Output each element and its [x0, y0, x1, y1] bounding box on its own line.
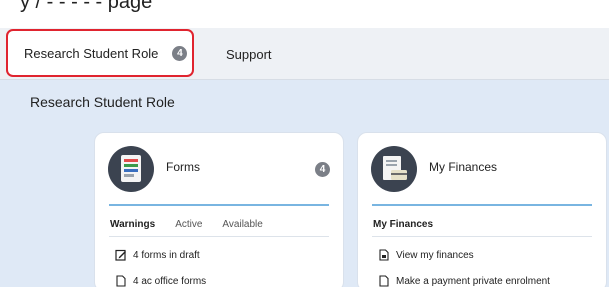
forms-card-title: Forms — [166, 160, 200, 174]
finance-document-icon — [378, 249, 390, 261]
main-content: Research Student Role Forms 4 Warnings A… — [0, 80, 609, 287]
tab-bar: Research Student Role 4 Support — [0, 28, 609, 80]
subtab-warnings[interactable]: Warnings — [110, 219, 155, 230]
finances-card[interactable]: My Finances My Finances View my finances… — [357, 132, 607, 287]
document-icon — [378, 275, 390, 287]
make-payment-link[interactable]: Make a payment private enrolment — [378, 275, 550, 287]
forms-count-badge: 4 — [315, 162, 330, 177]
item-label: 4 ac office forms — [133, 275, 207, 287]
edit-form-icon — [115, 249, 127, 261]
tab-support[interactable]: Support — [226, 28, 272, 80]
subtab-active[interactable]: Active — [175, 219, 202, 230]
forms-in-draft-link[interactable]: 4 forms in draft — [115, 249, 200, 261]
tab-label: Research Student Role — [24, 45, 159, 61]
card-divider — [109, 204, 329, 206]
forms-card[interactable]: Forms 4 Warnings Active Available 4 form… — [94, 132, 344, 287]
view-finances-link[interactable]: View my finances — [378, 249, 474, 261]
document-icon — [115, 275, 127, 287]
finances-card-title: My Finances — [429, 160, 498, 174]
finances-heading: My Finances — [373, 219, 434, 230]
finances-underline — [372, 236, 592, 237]
item-label: 4 forms in draft — [133, 249, 200, 261]
tab-research-student-role[interactable]: Research Student Role 4 — [6, 29, 194, 77]
tab-label: Support — [226, 46, 272, 62]
section-title: Research Student Role — [30, 94, 175, 110]
finances-icon — [371, 146, 417, 192]
top-cut-text: y / ‑ ‑ ‑ ‑ ‑ page — [20, 0, 153, 13]
item-label: Make a payment private enrolment — [396, 275, 550, 287]
card-divider — [372, 204, 592, 206]
forms-subtabs: Warnings Active Available — [110, 219, 283, 230]
office-forms-link[interactable]: 4 ac office forms — [115, 275, 206, 287]
subtab-underline — [109, 236, 329, 237]
count-badge: 4 — [172, 45, 188, 61]
subtab-available[interactable]: Available — [222, 219, 262, 230]
forms-icon — [108, 146, 154, 192]
top-cut-strip: y / ‑ ‑ ‑ ‑ ‑ page — [0, 0, 609, 28]
item-label: View my finances — [396, 249, 474, 261]
